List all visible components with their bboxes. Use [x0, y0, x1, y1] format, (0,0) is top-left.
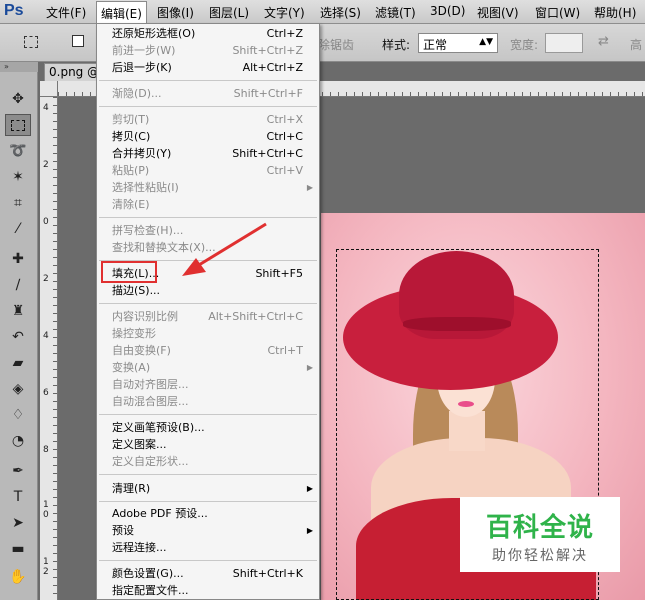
menu-separator — [99, 303, 317, 304]
menu-file[interactable]: 文件(F) — [46, 4, 86, 21]
submenu-arrow-icon: ▶ — [306, 363, 313, 372]
menu-separator — [99, 474, 317, 475]
menubar: Ps 文件(F) 编辑(E) 图像(I) 图层(L) 文字(Y) 选择(S) 滤… — [0, 0, 645, 26]
menu-item-copy[interactable]: 拷贝(C) Ctrl+C — [97, 128, 319, 145]
tools-panel: » ✥ ➰ ✶ ⌗ ⁄ ✚ ∕ ♜ ↶ ▰ ◈ ♢ ◔ ✒ T ➤ ▬ ✋ — [0, 62, 38, 600]
menu-item-free-transform[interactable]: 自由变换(F) Ctrl+T — [97, 342, 319, 359]
menu-item-puppet-warp[interactable]: 操控变形 — [97, 325, 319, 342]
style-select[interactable]: 正常 ▲▼ — [418, 33, 498, 53]
menu-select[interactable]: 选择(S) — [320, 4, 361, 21]
menu-layer[interactable]: 图层(L) — [209, 4, 249, 21]
menu-item-stroke[interactable]: 描边(S)... — [97, 282, 319, 299]
menu-item-fade[interactable]: 渐隐(D)... Shift+Ctrl+F — [97, 85, 319, 102]
submenu-arrow-icon: ▶ — [306, 526, 313, 535]
watermark-subtitle: 助你轻松解决 — [492, 548, 588, 564]
paint-bucket-icon[interactable]: ◈ — [5, 378, 31, 400]
menu-item-clear[interactable]: 清除(E) — [97, 196, 319, 213]
style-label: 样式: — [382, 38, 411, 52]
menu-item-presets[interactable]: 预设 ▶ — [97, 522, 319, 539]
menu-window[interactable]: 窗口(W) — [535, 4, 580, 21]
menu-type[interactable]: 文字(Y) — [264, 4, 305, 21]
move-tool-icon[interactable]: ✥ — [5, 88, 31, 110]
menu-item-undo-marquee[interactable]: 还原矩形选框(O) Ctrl+Z — [97, 25, 319, 42]
healing-brush-icon[interactable]: ✚ — [5, 248, 31, 270]
ruler-number: 4 — [43, 331, 49, 341]
photoshop-logo: Ps — [4, 2, 24, 19]
marquee-tool-icon[interactable] — [5, 114, 31, 136]
menu-item-cut[interactable]: 剪切(T) Ctrl+X — [97, 111, 319, 128]
magic-wand-icon[interactable]: ✶ — [5, 166, 31, 188]
eraser-icon[interactable]: ▰ — [5, 352, 31, 374]
ruler-number: 8 — [43, 445, 49, 455]
chevron-down-icon: ▲▼ — [479, 37, 493, 47]
ruler-number: 1 0 — [43, 500, 49, 520]
menu-separator — [99, 501, 317, 502]
path-select-icon[interactable]: ➤ — [5, 512, 31, 534]
blur-tool-icon[interactable]: ♢ — [5, 404, 31, 426]
antialias-label[interactable]: 除锯齿 — [318, 36, 354, 53]
new-selection-icon[interactable] — [72, 35, 84, 47]
menu-3d[interactable]: 3D(D) — [430, 4, 465, 18]
menu-filter[interactable]: 滤镜(T) — [375, 4, 416, 21]
menu-item-color-settings[interactable]: 颜色设置(G)... Shift+Ctrl+K — [97, 565, 319, 582]
ruler-number: 1 2 — [43, 557, 49, 577]
height-label: 高 — [630, 38, 643, 52]
swap-icon[interactable]: ⇄ — [598, 34, 609, 49]
clone-stamp-icon[interactable]: ♜ — [5, 300, 31, 322]
hand-tool-icon[interactable]: ✋ — [5, 566, 31, 588]
lasso-tool-icon[interactable]: ➰ — [5, 140, 31, 162]
menu-separator — [99, 560, 317, 561]
menu-separator — [99, 80, 317, 81]
marquee-preset-icon[interactable] — [24, 36, 38, 48]
menu-help[interactable]: 帮助(H) — [594, 4, 636, 21]
type-tool-icon[interactable]: T — [5, 486, 31, 508]
watermark: 百科全说 助你轻松解决 — [460, 497, 620, 572]
ruler-number: 2 — [43, 160, 49, 170]
submenu-arrow-icon: ▶ — [306, 484, 313, 493]
ruler-number: 0 — [43, 217, 49, 227]
menu-image[interactable]: 图像(I) — [157, 4, 194, 21]
menu-item-auto-align[interactable]: 自动对齐图层... — [97, 376, 319, 393]
pen-tool-icon[interactable]: ✒ — [5, 460, 31, 482]
watermark-title: 百科全说 — [485, 513, 594, 543]
menu-item-define-brush[interactable]: 定义画笔预设(B)... — [97, 419, 319, 436]
menu-item-purge[interactable]: 清理(R) ▶ — [97, 480, 319, 497]
document-tab[interactable]: 0.png @ — [44, 63, 104, 81]
menu-item-transform[interactable]: 变换(A) ▶ — [97, 359, 319, 376]
menu-item-assign-profile[interactable]: 指定配置文件... — [97, 582, 319, 599]
menu-item-paste-special[interactable]: 选择性粘贴(I) ▶ — [97, 179, 319, 196]
eyedropper-icon[interactable]: ⁄ — [5, 218, 31, 240]
width-input[interactable] — [545, 33, 583, 53]
style-select-value: 正常 — [423, 38, 448, 52]
edit-menu-dropdown: 还原矩形选框(O) Ctrl+Z 前进一步(W) Shift+Ctrl+Z 后退一步… — [96, 23, 320, 600]
dodge-tool-icon[interactable]: ◔ — [5, 430, 31, 452]
brush-tool-icon[interactable]: ∕ — [5, 274, 31, 296]
ruler-number: 4 — [43, 103, 49, 113]
submenu-arrow-icon: ▶ — [306, 183, 313, 192]
ruler-corner — [40, 81, 58, 97]
crop-tool-icon[interactable]: ⌗ — [5, 192, 31, 214]
menu-item-content-aware-scale[interactable]: 内容识别比例 Alt+Shift+Ctrl+C — [97, 308, 319, 325]
ruler-number: 6 — [43, 388, 49, 398]
collapse-icon[interactable]: » — [0, 62, 38, 72]
rectangle-tool-icon[interactable]: ▬ — [5, 538, 31, 560]
menu-item-auto-blend[interactable]: 自动混合图层... — [97, 393, 319, 410]
menu-item-define-pattern[interactable]: 定义图案... — [97, 436, 319, 453]
menu-item-copy-merged[interactable]: 合并拷贝(Y) Shift+Ctrl+C — [97, 145, 319, 162]
history-brush-icon[interactable]: ↶ — [5, 326, 31, 348]
menu-view[interactable]: 视图(V) — [477, 4, 519, 21]
annotation-arrow-icon — [182, 222, 267, 276]
ruler-left: 4 2 0 2 4 6 8 1 0 1 2 — [40, 97, 58, 600]
menu-item-paste[interactable]: 粘贴(P) Ctrl+V — [97, 162, 319, 179]
menu-item-step-forward[interactable]: 前进一步(W) Shift+Ctrl+Z — [97, 42, 319, 59]
menu-item-define-shape[interactable]: 定义自定形状... — [97, 453, 319, 470]
ruler-number: 2 — [43, 274, 49, 284]
menu-item-step-backward[interactable]: 后退一步(K) Alt+Ctrl+Z — [97, 59, 319, 76]
menu-separator — [99, 106, 317, 107]
width-label: 宽度: — [510, 38, 539, 52]
menu-separator — [99, 414, 317, 415]
menu-item-adobe-pdf-presets[interactable]: Adobe PDF 预设... — [97, 505, 319, 522]
menu-separator — [99, 217, 317, 218]
menu-item-remote-connections[interactable]: 远程连接... — [97, 539, 319, 556]
